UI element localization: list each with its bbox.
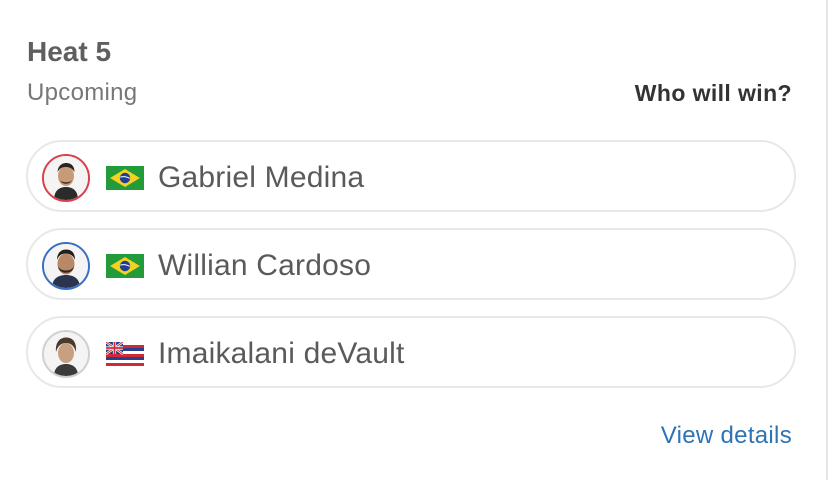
heat-title: Heat 5 <box>27 36 112 67</box>
panel-divider <box>826 0 828 480</box>
surfer-option-gabriel-medina[interactable]: Gabriel Medina <box>26 140 796 212</box>
surfer-name: Gabriel Medina <box>158 161 365 194</box>
surfer-name: Imaikalani deVault <box>158 337 405 370</box>
surfer-name: Willian Cardoso <box>158 249 372 282</box>
surfer-avatar <box>42 242 90 290</box>
brazil-flag-icon <box>106 166 144 190</box>
surfer-avatar <box>42 330 90 378</box>
surfer-avatar <box>42 154 90 202</box>
heat-card: Heat 5 Upcoming Who will win? Gabriel Me… <box>0 0 826 480</box>
heat-status: Upcoming <box>27 79 138 106</box>
brazil-flag-icon <box>106 254 144 278</box>
surfer-option-imaikalani-devault[interactable]: Imaikalani deVault <box>26 316 796 388</box>
who-will-win-prompt: Who will win? <box>634 80 792 106</box>
hawaii-flag-icon <box>106 342 144 366</box>
view-details-link[interactable]: View details <box>661 420 792 452</box>
surfer-option-willian-cardoso[interactable]: Willian Cardoso <box>26 228 796 300</box>
